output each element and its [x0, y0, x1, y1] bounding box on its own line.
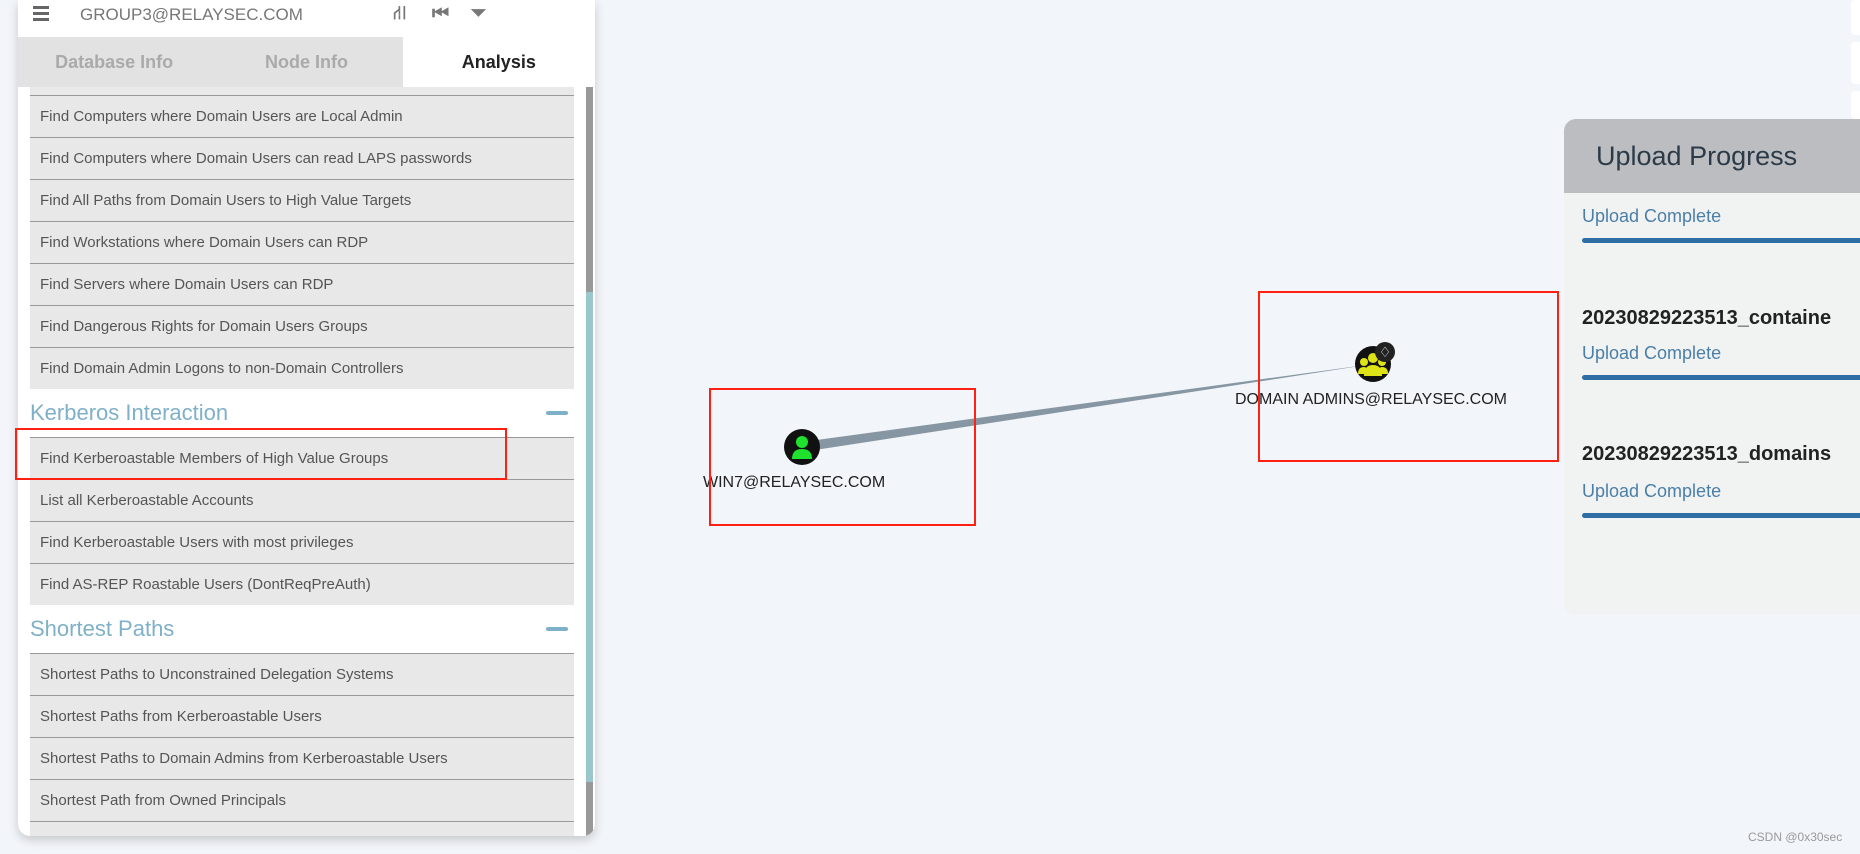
progress-bar — [1582, 238, 1860, 243]
progress-bar — [1582, 375, 1860, 380]
upload-status: Upload Complete — [1582, 206, 1722, 226]
upload-status: Upload Complete — [1582, 481, 1722, 501]
upload-progress-panel: Upload Progress Upload Complete 20230829… — [1564, 119, 1860, 615]
watermark: CSDN @0x30sec — [1748, 830, 1843, 844]
right-control[interactable] — [1851, 42, 1860, 84]
progress-bar — [1582, 513, 1860, 518]
upload-status: Upload Complete — [1582, 343, 1722, 363]
upload-title: Upload Progress — [1564, 119, 1860, 193]
right-control[interactable] — [1851, 91, 1860, 119]
highlight-box — [709, 388, 976, 526]
upload-file-name: 20230829223513_containe — [1582, 307, 1832, 329]
upload-file-name: 20230829223513_domains — [1582, 443, 1832, 465]
highlight-box — [1258, 291, 1559, 462]
highlight-box — [15, 428, 507, 480]
right-control[interactable] — [1851, 0, 1860, 35]
